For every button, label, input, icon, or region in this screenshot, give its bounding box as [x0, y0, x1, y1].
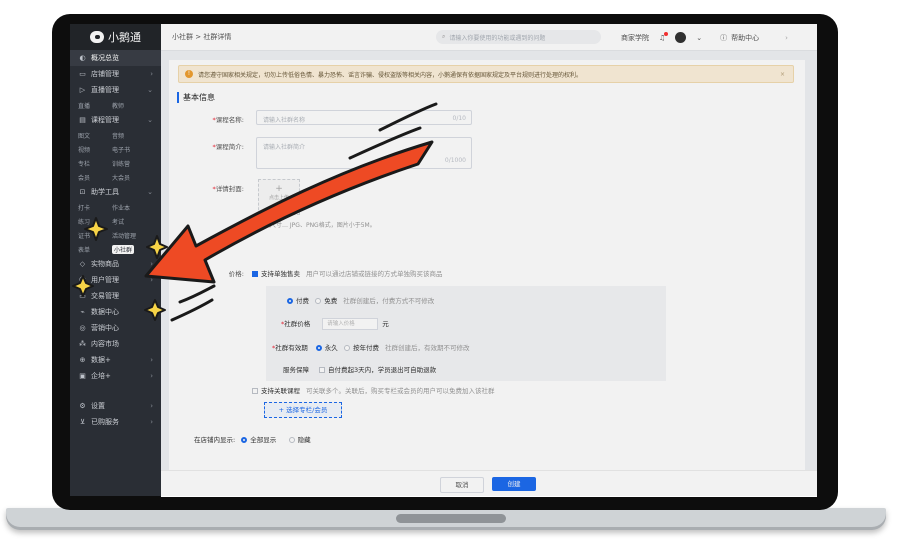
- sparkle-icon: [144, 299, 166, 321]
- motion-line: [178, 284, 216, 304]
- sparkle-icon: [72, 275, 94, 297]
- motion-line: [170, 298, 214, 322]
- motion-line: [378, 102, 438, 132]
- annotation-layer: [72, 102, 438, 322]
- sparkle-icon: [84, 217, 108, 241]
- pointer-arrow-icon: [144, 140, 434, 284]
